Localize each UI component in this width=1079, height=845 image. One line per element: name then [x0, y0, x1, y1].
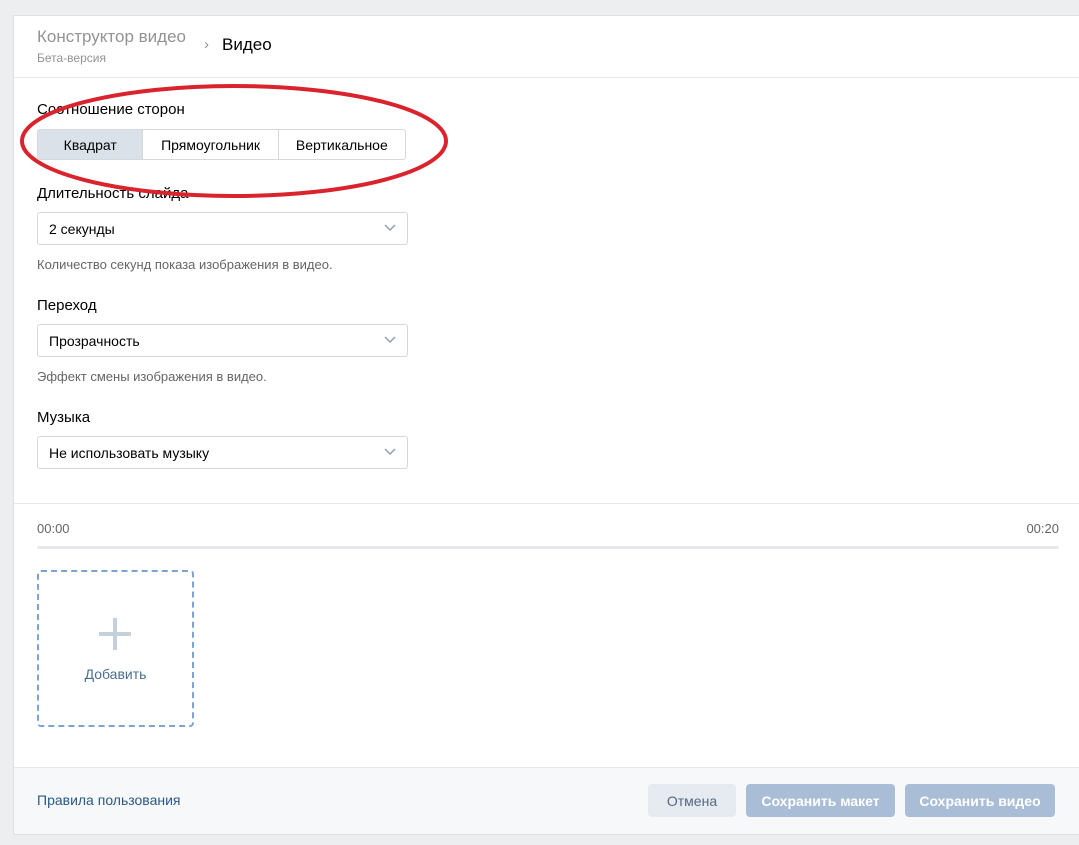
terms-link[interactable]: Правила пользования [37, 792, 181, 808]
aspect-ratio-label: Соотношение сторон [37, 101, 185, 118]
timeline-track[interactable] [37, 546, 1059, 549]
slide-duration-value: 2 секунды [49, 221, 115, 237]
beta-label: Бета-версия [37, 51, 106, 65]
add-slide-button[interactable]: Добавить [37, 570, 194, 727]
cancel-button[interactable]: Отмена [648, 784, 736, 817]
transition-value: Прозрачность [49, 333, 140, 349]
transition-select[interactable]: Прозрачность [37, 324, 408, 357]
aspect-option-vertical[interactable]: Вертикальное [279, 130, 405, 159]
timeline-start-time: 00:00 [37, 521, 70, 536]
section-divider [14, 503, 1079, 504]
footer-bar: Правила пользования Отмена Сохранить мак… [14, 767, 1079, 834]
chevron-down-icon [384, 448, 396, 456]
music-value: Не использовать музыку [49, 445, 210, 461]
plus-icon [99, 618, 131, 650]
add-slide-label: Добавить [84, 666, 147, 682]
breadcrumb-app-title[interactable]: Конструктор видео [37, 27, 186, 47]
transition-label: Переход [37, 297, 97, 314]
music-select[interactable]: Не использовать музыку [37, 436, 408, 469]
transition-hint: Эффект смены изображения в видео. [37, 369, 267, 384]
aspect-option-square[interactable]: Квадрат [38, 130, 144, 159]
aspect-ratio-switch: Квадрат Прямоугольник Вертикальное [37, 129, 406, 160]
save-draft-button[interactable]: Сохранить макет [746, 784, 895, 817]
slide-duration-label: Длительность слайда [37, 185, 189, 202]
save-video-button[interactable]: Сохранить видео [905, 784, 1055, 817]
page-header: Конструктор видео Бета-версия › Видео [14, 16, 1079, 78]
music-label: Музыка [37, 409, 91, 426]
chevron-down-icon [384, 336, 396, 344]
breadcrumb-separator-icon: › [204, 36, 209, 53]
aspect-option-rectangle[interactable]: Прямоугольник [143, 130, 279, 159]
slide-duration-hint: Количество секунд показа изображения в в… [37, 257, 333, 272]
chevron-down-icon [384, 224, 396, 232]
slide-duration-select[interactable]: 2 секунды [37, 212, 408, 245]
timeline-end-time: 00:20 [1026, 521, 1059, 536]
breadcrumb-current: Видео [222, 35, 272, 54]
video-constructor-panel: Конструктор видео Бета-версия › Видео Со… [13, 15, 1079, 835]
